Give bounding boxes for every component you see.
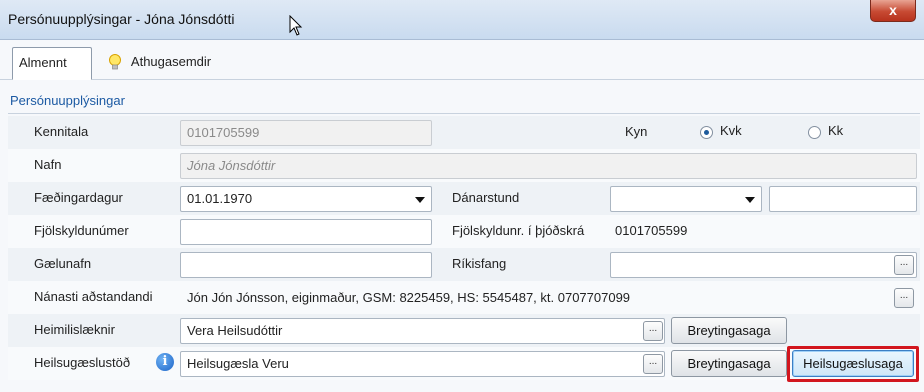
- tab-label: Almennt: [19, 55, 67, 70]
- window-title: Persónuupplýsingar - Jóna Jónsdótti: [8, 11, 235, 27]
- kennitala-field: 0101705599: [180, 120, 432, 146]
- kvk-radio-label: Kvk: [720, 123, 742, 138]
- chevron-down-icon: [745, 197, 755, 203]
- gaelunafn-field[interactable]: [180, 252, 432, 278]
- heimilislaeknir-field[interactable]: Vera Heilsudóttir: [180, 318, 665, 344]
- heilsugaeslustod-field[interactable]: Heilsugæsla Veru: [180, 351, 665, 377]
- title-bar: Persónuupplýsingar - Jóna Jónsdótti x: [0, 0, 924, 40]
- danarstund-label: Dánarstund: [452, 190, 520, 205]
- rikisfang-field[interactable]: [610, 252, 917, 278]
- gaelunafn-label: Gælunafn: [34, 256, 92, 271]
- faedingardagur-value: 01.01.1970: [187, 191, 253, 206]
- group-title: Persónuupplýsingar: [8, 88, 920, 114]
- heilsugaeslustod-breytingasaga-button[interactable]: Breytingasaga: [671, 350, 787, 377]
- heilsugaeslustod-label: Heilsugæslustöð: [34, 355, 131, 370]
- nanasti-adstandandi-lookup-button[interactable]: ...: [894, 288, 914, 308]
- rikisfang-lookup-button[interactable]: ...: [894, 255, 914, 275]
- fjolskyldunr-thjodskra-value: 0101705599: [615, 223, 688, 238]
- row-background: [8, 116, 920, 149]
- nanasti-adstandandi-label: Nánasti aðstandandi: [34, 289, 153, 304]
- close-button[interactable]: x: [870, 0, 916, 22]
- tab-almennt[interactable]: Almennt: [12, 47, 92, 80]
- kk-radio-label: Kk: [828, 123, 844, 138]
- fjolskyldunumer-field[interactable]: [180, 219, 432, 245]
- info-icon[interactable]: i: [156, 353, 174, 371]
- chevron-down-icon: [415, 197, 425, 203]
- kk-radio[interactable]: [808, 126, 821, 139]
- heimilislaeknir-lookup-button[interactable]: ...: [643, 321, 663, 341]
- heilsugaeslusaga-button[interactable]: Heilsugæslusaga: [792, 350, 914, 377]
- kvk-radio[interactable]: [700, 126, 713, 139]
- heimilislaeknir-breytingasaga-button[interactable]: Breytingasaga: [671, 317, 787, 344]
- heimilislaeknir-value: Vera Heilsudóttir: [187, 323, 283, 338]
- tab-strip: Almennt Athugasemdir: [0, 40, 924, 80]
- nanasti-adstandandi-value: Jón Jón Jónsson, eiginmaður, GSM: 822545…: [187, 290, 631, 305]
- tab-athugasemdir[interactable]: Athugasemdir: [100, 47, 217, 80]
- heimilislaeknir-label: Heimilislæknir: [34, 322, 115, 337]
- danarstund-time-field[interactable]: [769, 186, 917, 212]
- kyn-label: Kyn: [625, 124, 648, 139]
- nafn-label: Nafn: [34, 157, 62, 172]
- lightbulb-icon: [109, 53, 121, 69]
- nafn-field: Jóna Jónsdóttir: [180, 153, 917, 179]
- rikisfang-label: Ríkisfang: [452, 256, 507, 271]
- close-icon: x: [889, 2, 897, 18]
- fjolskyldunr-thjodskra-label: Fjölskyldunr. í þjóðskrá: [452, 223, 585, 238]
- faedingardagur-dropdown[interactable]: 01.01.1970: [180, 186, 432, 212]
- danarstund-date-dropdown[interactable]: [610, 186, 762, 212]
- heilsugaeslustod-lookup-button[interactable]: ...: [643, 354, 663, 374]
- kennitala-label: Kennitala: [34, 124, 89, 139]
- heilsugaeslustod-value: Heilsugæsla Veru: [187, 356, 289, 371]
- dialog-window: Persónuupplýsingar - Jóna Jónsdótti x Al…: [0, 0, 924, 392]
- tab-label: Athugasemdir: [130, 54, 212, 69]
- mouse-cursor-icon: [289, 15, 303, 36]
- fjolskyldunumer-label: Fjölskyldunúmer: [34, 223, 129, 238]
- faedingardagur-label: Fæðingardagur: [34, 190, 123, 205]
